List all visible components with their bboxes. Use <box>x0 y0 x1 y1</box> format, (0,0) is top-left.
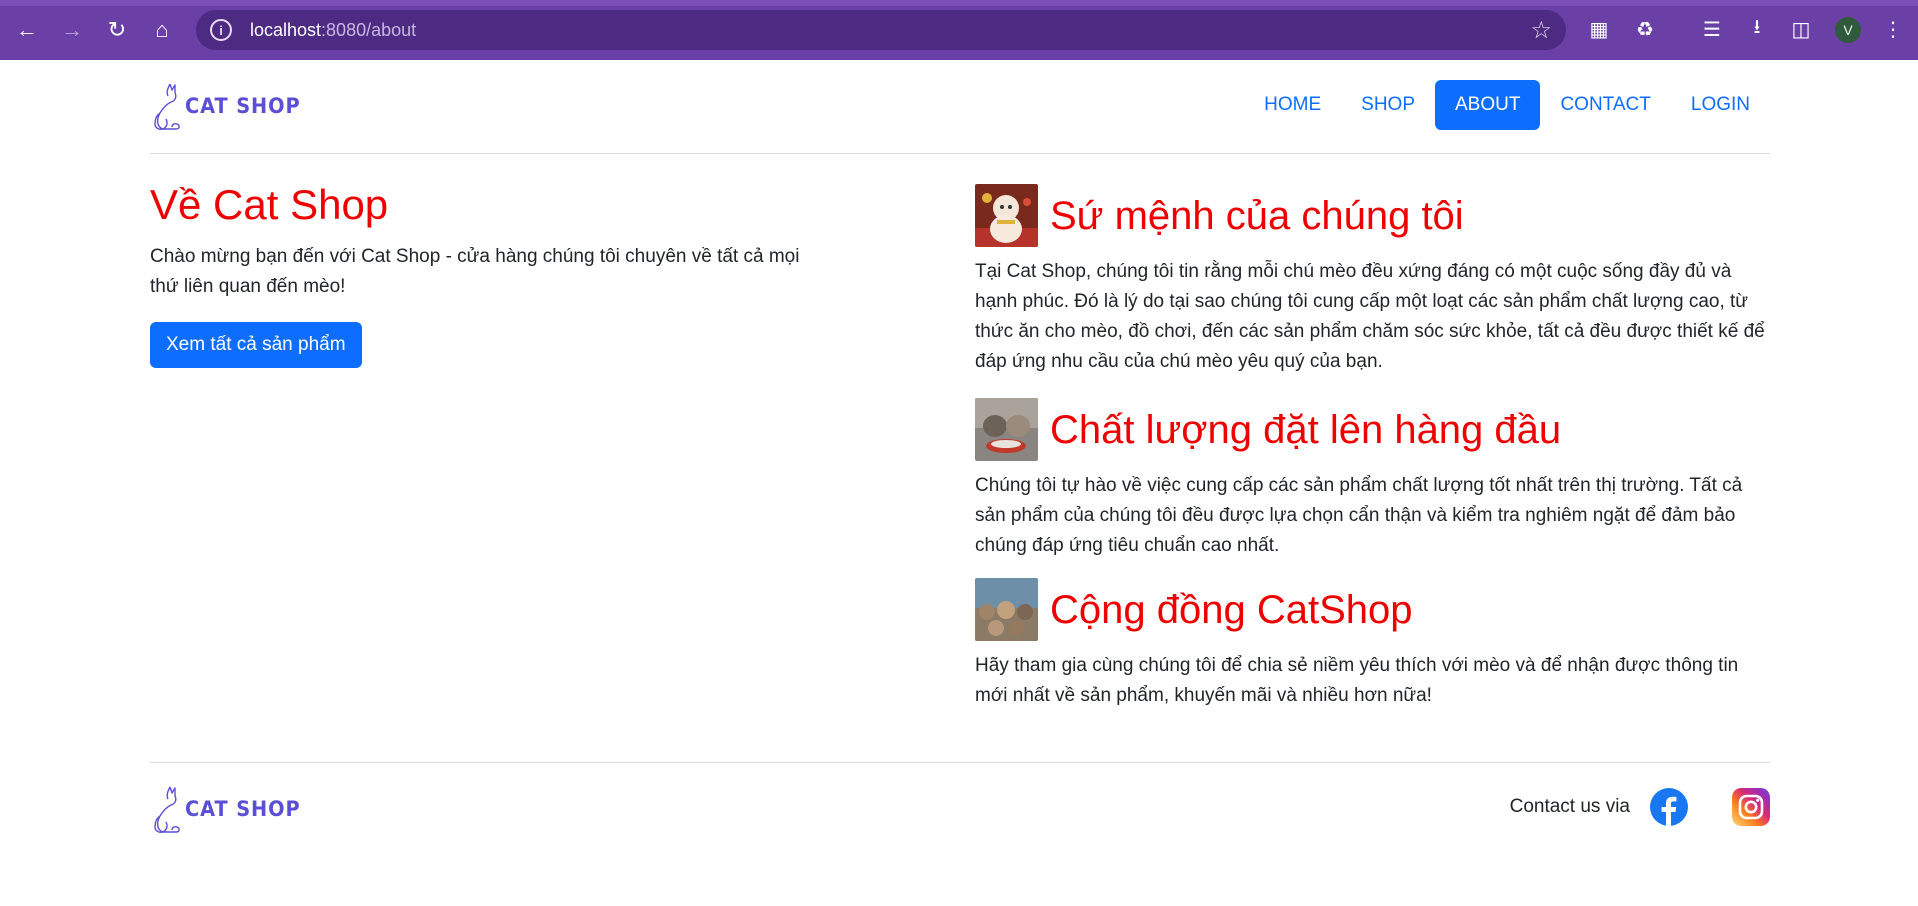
site-info-icon[interactable]: i <box>210 19 232 41</box>
side-panel-icon[interactable]: ◫ <box>1786 14 1816 44</box>
mission-section: Sứ mệnh của chúng tôi Tại Cat Shop, chún… <box>975 184 1770 377</box>
cat-logo-icon <box>154 786 180 833</box>
quality-section: Chất lượng đặt lên hàng đầu Chúng tôi tự… <box>975 398 1770 561</box>
intro-text: Chào mừng bạn đến với Cat Shop - cửa hàn… <box>150 246 800 297</box>
address-bar[interactable]: i localhost:8080/about ☆ <box>196 10 1566 50</box>
browser-menu-icon[interactable]: ⋮ <box>1878 14 1908 44</box>
intro-block: Về Cat Shop Chào mừng bạn đến với Cat Sh… <box>150 180 810 368</box>
bookmark-star-icon[interactable]: ☆ <box>1530 16 1552 45</box>
cats-eating-thumbnail <box>975 398 1038 461</box>
browser-toolbar: ← → ↻ ⌂ i localhost:8080/about ☆ ▦ ♻ ☰ ⭳… <box>0 0 1918 60</box>
forward-arrow-icon[interactable]: → <box>55 13 89 47</box>
home-icon[interactable]: ⌂ <box>145 13 179 47</box>
instagram-icon[interactable] <box>1732 788 1770 826</box>
reload-icon[interactable]: ↻ <box>100 13 134 47</box>
address-url[interactable]: localhost:8080/about <box>250 20 416 41</box>
quality-title: Chất lượng đặt lên hàng đầu <box>1050 407 1562 452</box>
community-section: Cộng đồng CatShop Hãy tham gia cùng chún… <box>975 578 1770 711</box>
footer-logo[interactable]: CAT SHOP <box>150 783 311 835</box>
browser-tab-strip <box>0 0 1918 6</box>
back-arrow-icon[interactable]: ← <box>10 13 44 47</box>
tab-media-icon[interactable]: ▦ <box>1584 14 1614 44</box>
footer-contact: Contact us via <box>1510 788 1770 826</box>
cats-group-thumbnail <box>975 578 1038 641</box>
download-icon[interactable]: ⭳ <box>1742 14 1772 44</box>
contact-label: Contact us via <box>1509 796 1630 817</box>
lucky-cat-thumbnail <box>975 184 1038 247</box>
community-title: Cộng đồng CatShop <box>1050 587 1413 632</box>
profile-avatar[interactable]: V <box>1835 17 1861 43</box>
media-playlist-icon[interactable]: ☰ <box>1697 14 1727 44</box>
footer-divider <box>150 762 1770 763</box>
view-all-products-button[interactable]: Xem tất cả sản phẩm <box>150 322 362 368</box>
footer-logo-text: CAT SHOP <box>185 797 301 821</box>
mission-title: Sứ mệnh của chúng tôi <box>1050 193 1464 238</box>
facebook-icon[interactable] <box>1650 788 1688 826</box>
main-content: Về Cat Shop Chào mừng bạn đến với Cat Sh… <box>150 60 1770 760</box>
community-text: Hãy tham gia cùng chúng tôi để chia sẻ n… <box>975 655 1739 706</box>
extensions-icon[interactable]: ♻ <box>1630 14 1660 44</box>
url-host: localhost <box>250 19 322 40</box>
url-path: :8080/about <box>321 19 417 40</box>
page-title: Về Cat Shop <box>150 181 389 228</box>
quality-text: Chúng tôi tự hào về việc cung cấp các sả… <box>975 475 1743 556</box>
mission-text: Tại Cat Shop, chúng tôi tin rằng mỗi chú… <box>975 261 1765 372</box>
